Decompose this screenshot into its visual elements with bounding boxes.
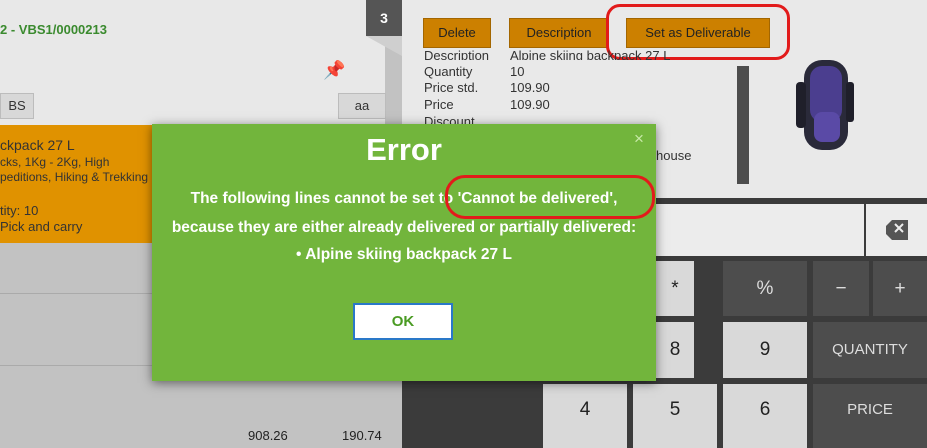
detail-description-label: Description	[424, 48, 490, 60]
key-minus[interactable]: −	[813, 261, 869, 316]
chip-right[interactable]: aa	[338, 93, 386, 119]
close-icon[interactable]: ×	[634, 129, 644, 149]
description-button[interactable]: Description	[509, 18, 609, 48]
key-5[interactable]: 5	[633, 384, 717, 448]
detail-price-std-label: Price std.	[424, 80, 479, 95]
key-4[interactable]: 4	[543, 384, 627, 448]
key-9[interactable]: 9	[723, 322, 807, 378]
item-name: ckpack 27 L	[0, 137, 75, 153]
detail-quantity-label: Quantity	[424, 64, 473, 79]
highlight-outline	[445, 175, 655, 219]
ok-button[interactable]: OK	[353, 303, 453, 340]
order-id: 2 - VBS1/0000213	[0, 22, 107, 37]
detail-quantity-value: 10	[510, 64, 525, 79]
item-quantity: tity: 10	[0, 203, 39, 218]
dialog-message-line-2: because they are either already delivere…	[171, 219, 637, 236]
detail-price-std-value: 109.90	[510, 80, 550, 95]
detail-warehouse-text: house	[656, 148, 692, 163]
key-6[interactable]: 6	[723, 384, 807, 448]
key-percent[interactable]: %	[723, 261, 807, 316]
item-desc-1: cks, 1Kg - 2Kg, High	[0, 155, 110, 169]
key-multiply[interactable]: *	[656, 261, 694, 316]
error-dialog: Error × The following lines cannot be se…	[152, 124, 656, 381]
key-8[interactable]: 8	[656, 322, 694, 378]
item-pickup: Pick and carry	[0, 219, 83, 234]
key-plus[interactable]: +	[873, 261, 927, 316]
dialog-message-line-3: • Alpine skiing backpack 27 L	[296, 246, 512, 263]
chip-left[interactable]: BS	[0, 93, 34, 119]
backspace-icon	[886, 220, 908, 240]
delete-button[interactable]: Delete	[423, 18, 491, 48]
ticket-count-badge: 3	[366, 0, 402, 36]
detail-price-label: Price	[424, 97, 454, 112]
backpack-image	[796, 60, 854, 150]
dialog-title: Error	[366, 132, 442, 167]
detail-scrollbar[interactable]	[737, 66, 749, 184]
backspace-button[interactable]	[866, 204, 927, 256]
amount-display	[656, 204, 864, 256]
price-mode-button[interactable]: PRICE	[813, 384, 927, 448]
order-total-tax: 190.74	[342, 428, 382, 443]
pin-icon[interactable]: 📌	[323, 60, 345, 81]
item-desc-2: peditions, Hiking & Trekking	[0, 170, 149, 184]
quantity-mode-button[interactable]: QUANTITY	[813, 322, 927, 378]
page-fold-corner	[366, 36, 402, 56]
detail-price-value: 109.90	[510, 97, 550, 112]
detail-description-value: Alpine skiing backpack 27 L	[510, 48, 671, 60]
order-total-net: 908.26	[248, 428, 288, 443]
